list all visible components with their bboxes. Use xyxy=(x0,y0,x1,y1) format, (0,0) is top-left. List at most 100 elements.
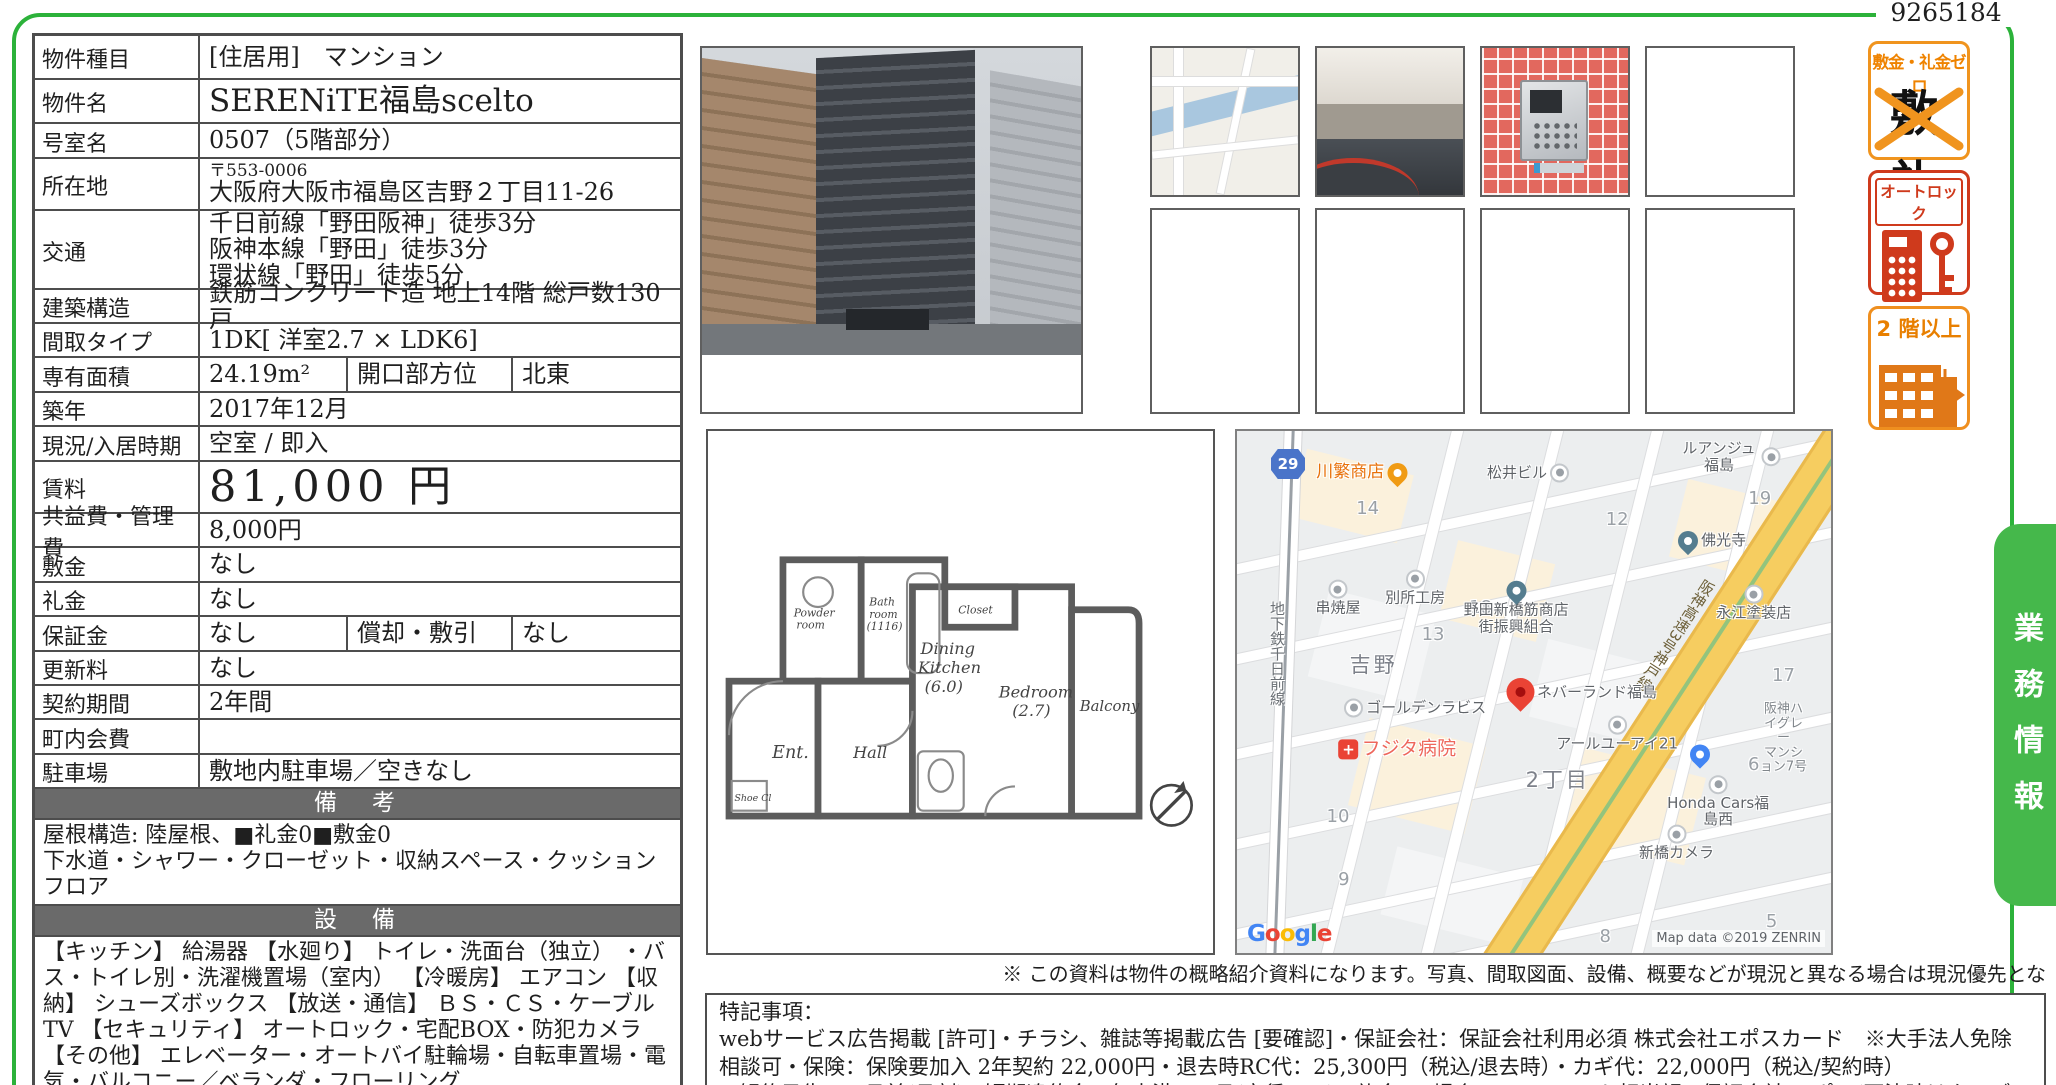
row-label: 礼金 xyxy=(35,583,200,615)
map-label-text: ルアンジュ福島 xyxy=(1680,440,1759,474)
map-label-text: 10 xyxy=(1327,807,1350,827)
map-label: 別所工房 xyxy=(1385,569,1445,606)
thumbnail-area-map xyxy=(1150,46,1300,197)
special-notes-box: 特記事項： webサービス広告掲載 [許可]・チラシ、雑誌等掲載広告 [要確認]… xyxy=(705,993,2046,1085)
row-value: なし xyxy=(513,617,680,650)
map-label-text: 川繁商店 xyxy=(1316,463,1384,482)
section-band: 備 考 xyxy=(35,789,680,820)
row-label: 物件種目 xyxy=(35,36,200,78)
map-pin-dot-icon xyxy=(1744,585,1763,604)
map-label: 新橋カメラ xyxy=(1639,825,1714,862)
map-attribution: Map data ©2019 ZENRIN xyxy=(1652,930,1825,947)
map-label-text: 13 xyxy=(1422,625,1445,645)
row-value: 2017年12月 xyxy=(200,393,680,425)
row-value: 24.19m² xyxy=(200,358,346,391)
badge-autolock: オートロック xyxy=(1868,170,1970,295)
google-logo: Google xyxy=(1247,921,1331,947)
row-value: なし xyxy=(200,617,346,650)
map-pin-dot-icon xyxy=(1762,448,1781,467)
row-value: 鉄筋コンクリート造 地上14階 総戸数130戸 xyxy=(200,290,680,322)
row-label: 敷金 xyxy=(35,548,200,581)
thumbnail-empty-1 xyxy=(1645,46,1795,197)
row-label: 建築構造 xyxy=(35,290,200,322)
building-photo-image xyxy=(702,48,1081,355)
row-value: 2年間 xyxy=(200,686,680,718)
row-label: 現況/入居時期 xyxy=(35,427,200,460)
table-row: 間取タイプ1DK[ 洋室2.7 × LDK6] xyxy=(35,324,680,358)
map-pin-dot-icon xyxy=(1344,698,1363,717)
table-row: 建築構造鉄筋コンクリート造 地上14階 総戸数130戸 xyxy=(35,290,680,324)
table-row: 築年2017年12月 xyxy=(35,393,680,427)
map-pin-dot-icon xyxy=(1709,775,1728,794)
map-route-badge: 29 xyxy=(1271,449,1305,479)
cross-out-icon xyxy=(1871,84,1967,154)
row-label: 更新料 xyxy=(35,652,200,684)
section-body: 屋根構造: 陸屋根、■礼金0■敷金0 下水道・シャワー・クローゼット・収納スペー… xyxy=(35,820,680,906)
row-label: 交通 xyxy=(35,211,200,288)
map-label: 12 xyxy=(1606,510,1629,530)
map-label: 阪神ハイグレー マンション7号 xyxy=(1760,703,1808,776)
map-label-text: 5 xyxy=(1766,912,1777,932)
map-label: 佛光寺 xyxy=(1678,531,1746,551)
property-spec-table: 物件種目[住居用] マンション物件名SERENiTE福島scelto号室名050… xyxy=(32,33,683,1085)
row-label: 号室名 xyxy=(35,124,200,157)
svg-text:Closet: Closet xyxy=(958,604,993,617)
map-label-text: 19 xyxy=(1748,489,1771,509)
special-notes-line: ■解約予告:1ヶ月前(月割)■短期違約金:1年未満 1ヶ月(家賃のみ)※礼金0の… xyxy=(719,1081,2032,1085)
row-value: なし xyxy=(200,583,680,615)
row-sub-label: 償却・敷引 xyxy=(346,617,513,650)
map-label-text: 佛光寺 xyxy=(1701,532,1746,549)
map-label-text: 9 xyxy=(1338,870,1349,890)
business-info-side-tab[interactable]: 業務情報 xyxy=(1994,524,2056,906)
table-row: 契約期間2年間 xyxy=(35,686,680,720)
row-label: 保証金 xyxy=(35,617,200,650)
row-label: 築年 xyxy=(35,393,200,425)
table-row: 物件種目[住居用] マンション xyxy=(35,36,680,80)
row-value: 81,000 円 xyxy=(200,462,680,512)
map-pin-dot-icon xyxy=(1550,463,1569,482)
row-value: 敷地内駐車場／空きなし xyxy=(200,755,680,787)
map-label: +フジタ病院 xyxy=(1339,739,1457,760)
map-label-text: 12 xyxy=(1606,510,1629,530)
map-label: 串焼屋 xyxy=(1315,580,1360,617)
map-label-text: ネバーランド福島 xyxy=(1537,684,1657,701)
map-pin-dot-icon xyxy=(1608,715,1627,734)
table-row: 号室名0507（5階部分） xyxy=(35,124,680,159)
table-row: 専有面積24.19m²開口部方位北東 xyxy=(35,358,680,393)
row-value: 空室 / 即入 xyxy=(200,427,680,460)
map-label: ルアンジュ福島 xyxy=(1680,440,1781,474)
thumbnail-empty-4 xyxy=(1480,208,1630,414)
map-label: 野田新橋筋商店 街振興組合 xyxy=(1464,581,1569,636)
fp-compass-icon xyxy=(1151,781,1191,826)
row-label: 間取タイプ xyxy=(35,324,200,356)
map-label: 9 xyxy=(1338,870,1349,890)
map-label-text: 別所工房 xyxy=(1385,589,1445,606)
map-label: 2丁目 xyxy=(1526,769,1590,793)
map-label: 13 xyxy=(1422,625,1445,645)
map-pin-dot-icon xyxy=(1406,569,1425,588)
row-label: 所在地 xyxy=(35,159,200,209)
map-subway-label: 地下鉄千日前線 xyxy=(1267,601,1288,706)
property-listing-sheet: 9265184 物件種目[住居用] マンション物件名SERENiTE福島scel… xyxy=(0,0,2056,1085)
upper-floor-building-icon xyxy=(1873,343,1965,427)
row-value: [住居用] マンション xyxy=(200,36,680,78)
table-row: 保証金なし償却・敷引なし xyxy=(35,617,680,652)
table-row: 物件名SERENiTE福島scelto xyxy=(35,80,680,124)
row-value: なし xyxy=(200,548,680,581)
map-label-text: Honda Cars福島西 xyxy=(1662,795,1775,829)
map-label-text: ゴールデンラビス xyxy=(1366,699,1486,716)
special-notes-title: 特記事項： xyxy=(719,999,2032,1026)
map-label-text: 6 xyxy=(1748,755,1759,775)
floorplan-box: Ent. Shoe Cl Hall Powderroom Bathroom(11… xyxy=(706,429,1215,955)
table-row: 所在地〒553-0006大阪府大阪市福島区吉野２丁目11-26 xyxy=(35,159,680,211)
row-value: 8,000円 xyxy=(200,514,680,546)
neighborhood-map: 29 地下鉄千日前線 阪神高速3号神戸線 川繁商店14松井ビルルアンジュ福島19… xyxy=(1235,429,1833,955)
row-label: 専有面積 xyxy=(35,358,200,391)
map-pin-redbig-icon xyxy=(1500,672,1540,712)
thumbnail-intercom xyxy=(1480,46,1630,197)
map-label-text: 串焼屋 xyxy=(1315,600,1360,617)
map-label-text: アールユーアイ21 xyxy=(1556,735,1678,752)
map-pin-shop-icon xyxy=(1686,740,1714,768)
row-label: 共益費・管理費 xyxy=(35,514,200,546)
map-label: 5 xyxy=(1766,912,1777,932)
